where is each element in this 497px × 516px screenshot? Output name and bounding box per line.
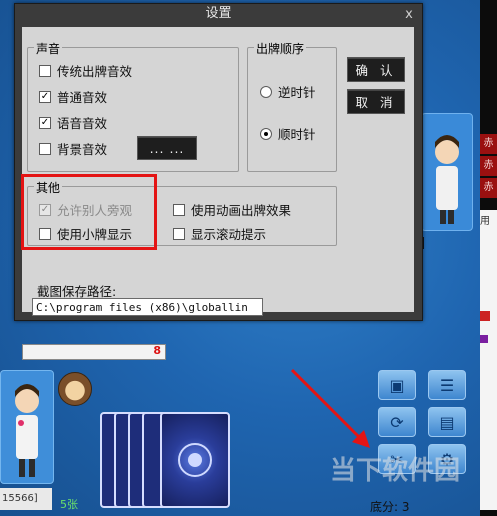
checkbox-box[interactable] — [173, 227, 185, 240]
play-order-group: 出牌顺序 逆时针 顺时针 — [247, 40, 337, 172]
checkbox-box[interactable]: ✓ — [39, 90, 51, 103]
player-avatar-icon — [15, 384, 39, 477]
side-label: 赤 — [480, 156, 497, 176]
checkbox-label: 背景音效 — [57, 142, 108, 157]
sound-group: 声音 传统出牌音效 ✓ 普通音效 ✓ 语音音效 背景音效 ... ... — [27, 40, 239, 172]
browse-music-button[interactable]: ... ... — [137, 136, 197, 160]
checkbox-box[interactable] — [39, 142, 51, 155]
side-label: 赤 — [480, 134, 497, 154]
document-icon: ▤ — [439, 412, 455, 432]
radio-circle[interactable] — [260, 85, 272, 98]
side-marker-2 — [480, 335, 488, 343]
side-label: 赤 — [480, 178, 497, 198]
checkbox-box[interactable]: ✓ — [39, 116, 51, 129]
annotation-highlight-box — [21, 174, 157, 250]
toolbar-button-profile[interactable]: ▣ — [378, 370, 416, 400]
player-avatar-card — [0, 370, 54, 484]
opponent-avatar-icon — [435, 135, 459, 224]
side-marker — [480, 311, 490, 321]
dialog-title: 设置 — [205, 6, 232, 21]
card-count: 5张 — [60, 498, 78, 511]
checkbox-background-sound[interactable]: 背景音效 — [39, 139, 107, 158]
checkbox-animation[interactable]: 使用动画出牌效果 — [173, 200, 291, 219]
checkbox-label: 传统出牌音效 — [57, 64, 133, 79]
close-icon[interactable]: x — [402, 8, 416, 22]
checkbox-box[interactable] — [39, 64, 51, 77]
hand-card-strip: 8 — [22, 344, 166, 360]
radio-clockwise[interactable]: 顺时针 — [260, 124, 316, 143]
dialog-client-area: 声音 传统出牌音效 ✓ 普通音效 ✓ 语音音效 背景音效 ... ... 出牌顺… — [22, 27, 414, 316]
radio-counterclockwise[interactable]: 逆时针 — [260, 82, 316, 101]
radio-label: 顺时针 — [278, 127, 316, 142]
hand-number: 8 — [153, 344, 161, 357]
cancel-button[interactable]: 取 消 — [347, 89, 405, 114]
side-menu-label: 用 — [480, 216, 490, 227]
player-name: 15566] — [0, 488, 52, 510]
play-order-legend: 出牌顺序 — [254, 40, 307, 57]
annotation-arrow — [290, 368, 370, 448]
card-emblem-icon — [178, 443, 212, 477]
card-back-top — [160, 412, 230, 508]
watermark: 当下软件园 — [330, 456, 461, 486]
settings-dialog: 设置 x 声音 传统出牌音效 ✓ 普通音效 ✓ 语音音效 背景音效 ... ..… — [14, 3, 423, 321]
checkbox-scroll-tips[interactable]: 显示滚动提示 — [173, 224, 266, 243]
confirm-button[interactable]: 确 认 — [347, 57, 405, 82]
radio-circle[interactable] — [260, 127, 272, 140]
checkbox-voice-sound[interactable]: ✓ 语音音效 — [39, 113, 107, 132]
profile-icon: ▣ — [389, 375, 405, 395]
checkbox-label: 使用动画出牌效果 — [191, 203, 292, 218]
checkbox-label: 显示滚动提示 — [191, 227, 267, 242]
base-score: 底分: 3 — [370, 500, 410, 514]
sound-group-legend: 声音 — [34, 40, 63, 57]
radio-label: 逆时针 — [278, 85, 316, 100]
checkbox-box[interactable] — [173, 203, 185, 216]
list-icon: ☰ — [439, 375, 455, 395]
toolbar-button-list[interactable]: ☰ — [428, 370, 466, 400]
checkbox-label: 语音音效 — [57, 116, 108, 131]
refresh-icon: ⟳ — [390, 412, 404, 432]
checkbox-traditional-sound[interactable]: 传统出牌音效 — [39, 61, 132, 80]
screenshot-path-input[interactable]: C:\program files (x86)\globallin — [32, 298, 263, 316]
opponent-avatar-card — [421, 113, 473, 231]
toolbar-button-document[interactable]: ▤ — [428, 407, 466, 437]
toolbar-button-refresh[interactable]: ⟳ — [378, 407, 416, 437]
monkey-avatar-icon — [58, 372, 92, 406]
right-chat-area: 用 — [480, 210, 497, 510]
checkbox-normal-sound[interactable]: ✓ 普通音效 — [39, 87, 107, 106]
checkbox-label: 普通音效 — [57, 90, 108, 105]
